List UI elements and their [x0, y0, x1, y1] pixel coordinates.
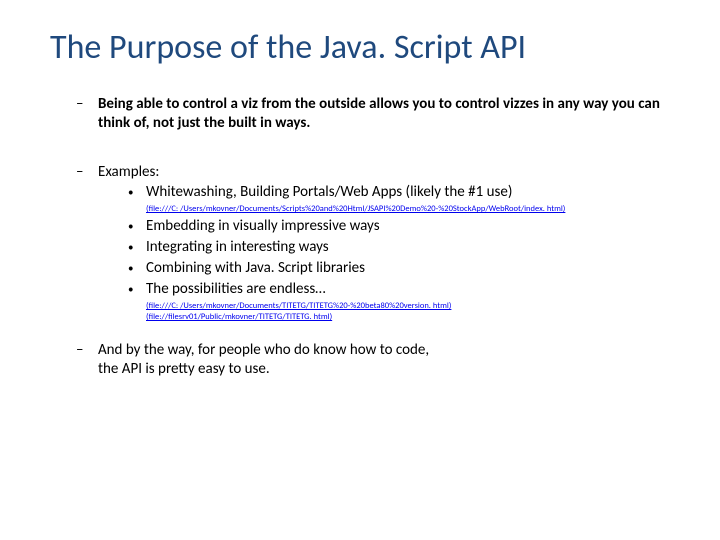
- bullet-level1: – Being able to control a viz from the o…: [76, 95, 672, 133]
- file-link[interactable]: (file:///C: /Users/mkovner/Documents/Scr…: [146, 204, 565, 214]
- bullet-text: Examples:: [98, 163, 672, 182]
- bullet-text: Integrating in interesting ways: [146, 238, 672, 257]
- bullet-icon: •: [128, 280, 146, 299]
- bullet-icon: •: [128, 238, 146, 257]
- file-link[interactable]: (file:///C: /Users/mkovner/Documents/TIT…: [146, 301, 451, 311]
- bullet-text: The possibilities are endless…: [146, 280, 672, 299]
- bullet-icon: •: [128, 217, 146, 236]
- bullet-level2: • Combining with Java. Script libraries: [128, 259, 672, 278]
- bullet-icon: •: [128, 183, 146, 202]
- slide-body: – Being able to control a viz from the o…: [48, 95, 672, 379]
- bullet-level2: • Integrating in interesting ways: [128, 238, 672, 257]
- bullet-text: Embedding in visually impressive ways: [146, 217, 672, 236]
- bullet-level1: – And by the way, for people who do know…: [76, 341, 672, 379]
- examples-list: • Whitewashing, Building Portals/Web App…: [98, 183, 672, 323]
- bullet-text: And by the way, for people who do know h…: [98, 341, 438, 379]
- bullet-level1: – Examples:: [76, 163, 672, 182]
- dash-icon: –: [76, 163, 98, 182]
- slide: The Purpose of the Java. Script API – Be…: [0, 0, 720, 540]
- bullet-level2: • The possibilities are endless…: [128, 280, 672, 299]
- dash-icon: –: [76, 95, 98, 133]
- slide-title: The Purpose of the Java. Script API: [50, 28, 672, 67]
- dash-icon: –: [76, 341, 98, 379]
- file-link[interactable]: (file://filesrv01/Public/mkovner/TITETG/…: [146, 312, 332, 322]
- bullet-level2: • Embedding in visually impressive ways: [128, 217, 672, 236]
- bullet-icon: •: [128, 259, 146, 278]
- link-line: (file://filesrv01/Public/mkovner/TITETG/…: [146, 312, 672, 323]
- link-line: (file:///C: /Users/mkovner/Documents/TIT…: [146, 301, 672, 312]
- bullet-text: Being able to control a viz from the out…: [98, 95, 672, 133]
- link-line: (file:///C: /Users/mkovner/Documents/Scr…: [146, 204, 672, 215]
- bullet-level2: • Whitewashing, Building Portals/Web App…: [128, 183, 672, 202]
- bullet-text: Combining with Java. Script libraries: [146, 259, 672, 278]
- bullet-text: Whitewashing, Building Portals/Web Apps …: [146, 183, 672, 202]
